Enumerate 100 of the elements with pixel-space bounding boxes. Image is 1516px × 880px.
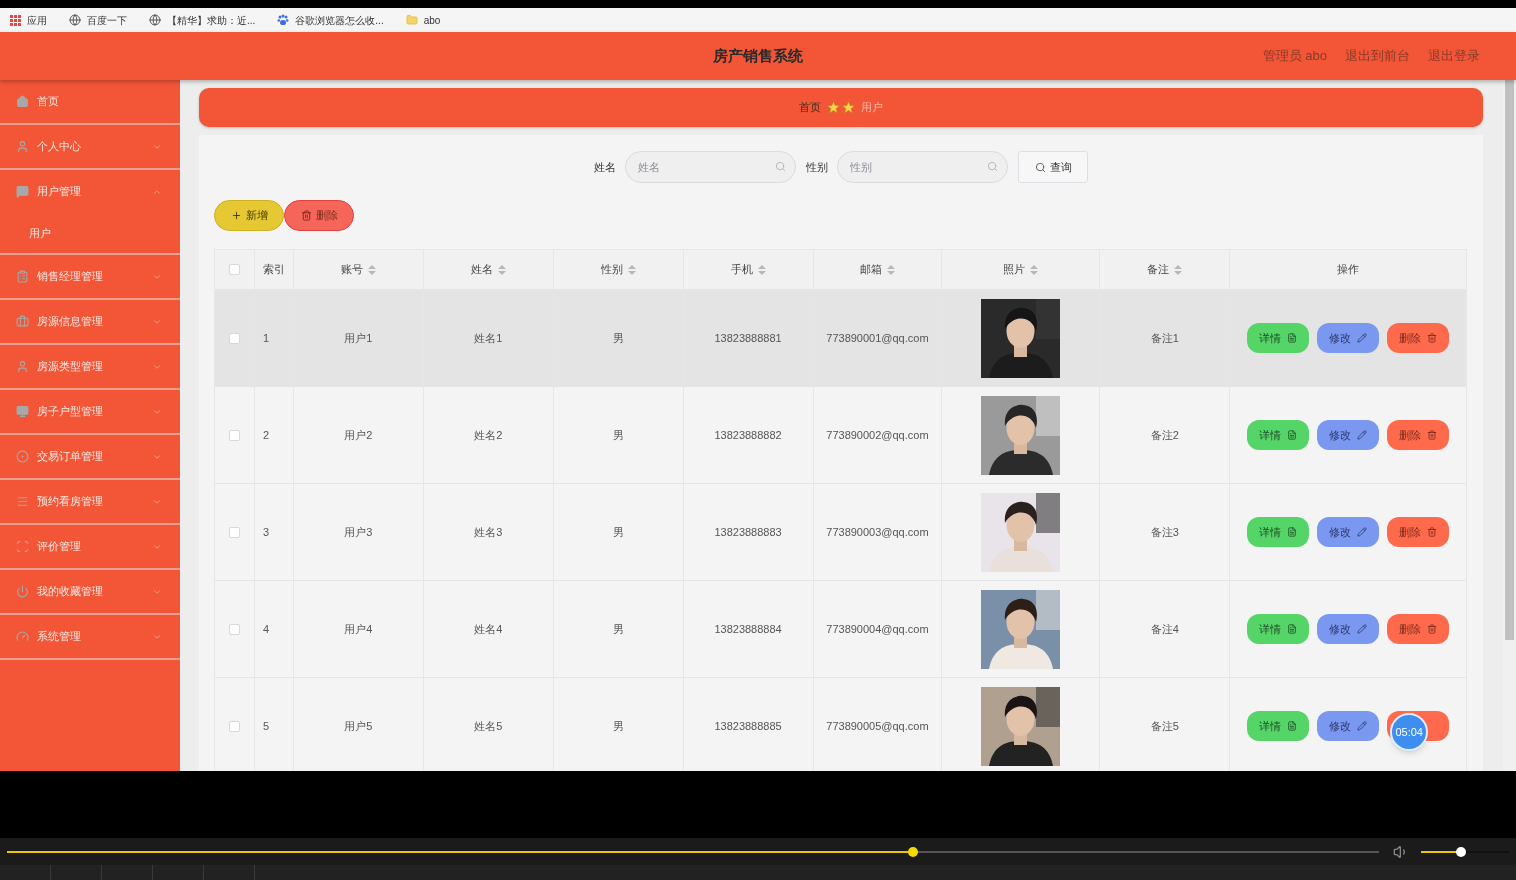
sort-icon[interactable] <box>1030 264 1039 275</box>
sidebar-item[interactable]: 房源类型管理 <box>0 345 180 388</box>
table-cell-text: 姓名5 <box>474 718 503 734</box>
column-header: 操作 <box>1337 262 1360 278</box>
bookmark-link[interactable]: 谷歌浏览器怎么收... <box>295 12 384 28</box>
table-cell-text: 4 <box>262 621 270 637</box>
paw-icon <box>277 14 290 26</box>
clipboard-icon <box>16 270 29 283</box>
column-header: 备注 <box>1147 262 1170 278</box>
sort-icon[interactable] <box>367 264 376 275</box>
trash-icon <box>1427 527 1438 537</box>
column-header: 手机 <box>730 262 753 278</box>
edit-button[interactable]: 修改 <box>1317 711 1380 741</box>
pencil-icon <box>1357 333 1368 343</box>
table-cell-text: 备注5 <box>1150 718 1179 734</box>
table-cell-text: 姓名2 <box>474 427 503 443</box>
header-link[interactable]: 管理员 abo <box>1262 46 1327 66</box>
table-cell-text: 备注2 <box>1150 427 1179 443</box>
bookmark-link[interactable]: 【精华】求助：近... <box>167 12 256 28</box>
sidebar-item[interactable]: 评价管理 <box>0 525 180 568</box>
delete-button[interactable]: 删除 <box>284 200 354 231</box>
document-icon <box>1287 624 1298 634</box>
edit-button[interactable]: 修改 <box>1317 420 1380 450</box>
sidebar-item[interactable]: 个人中心 <box>0 125 180 168</box>
bookmark-link[interactable]: abo <box>423 12 441 28</box>
table-cell-text: 13823888885 <box>714 718 782 734</box>
table-cell-text: 备注3 <box>1150 524 1179 540</box>
sidebar-item[interactable]: 预约看房管理 <box>0 480 180 523</box>
delete-button[interactable]: 删除 <box>1387 420 1450 450</box>
power-icon <box>16 585 29 598</box>
pencil-icon <box>1357 624 1368 634</box>
search-field[interactable]: 姓名 <box>625 151 796 183</box>
gauge-icon <box>16 630 29 643</box>
edit-button[interactable]: 修改 <box>1317 517 1380 547</box>
folder-icon <box>405 14 418 26</box>
column-header: 照片 <box>1003 262 1026 278</box>
sort-icon[interactable] <box>497 264 506 275</box>
document-icon <box>1287 430 1298 440</box>
table-cell-text: 男 <box>612 718 624 734</box>
trash-icon <box>1427 624 1438 634</box>
bookmark-link[interactable]: 百度一下 <box>87 12 127 28</box>
trash-icon <box>1427 430 1438 440</box>
detail-button[interactable]: 详情 <box>1247 420 1310 450</box>
bookmark-link[interactable]: 应用 <box>27 12 47 28</box>
table-cell-text: 2 <box>262 427 270 443</box>
sidebar-item[interactable]: 房子户型管理 <box>0 390 180 433</box>
sidebar-item[interactable]: 系统管理 <box>0 615 180 658</box>
detail-button[interactable]: 详情 <box>1247 614 1310 644</box>
delete-button[interactable]: 删除 <box>1387 614 1450 644</box>
sort-icon[interactable] <box>757 264 766 275</box>
sort-icon[interactable] <box>1174 264 1183 275</box>
detail-button[interactable]: 详情 <box>1247 711 1310 741</box>
table-cell-text: 773890002@qq.com <box>826 427 929 443</box>
detail-button[interactable]: 详情 <box>1247 323 1310 353</box>
table-cell-text: 13823888884 <box>714 621 782 637</box>
sidebar-item[interactable]: 销售经理管理 <box>0 255 180 298</box>
trash-icon <box>1427 333 1438 343</box>
sidebar-item[interactable]: 用户管理 <box>0 170 180 213</box>
table-cell-text: 13823888881 <box>714 330 782 346</box>
breadcrumb-link[interactable]: 首页 <box>799 99 821 116</box>
delete-button[interactable]: 删除 <box>1387 323 1450 353</box>
table-cell-text: 5 <box>262 718 270 734</box>
sidebar-item[interactable]: 首页 <box>0 80 180 123</box>
header-link[interactable]: 退出到前台 <box>1345 46 1410 66</box>
delete-button[interactable]: 删除 <box>1387 517 1450 547</box>
volume-handle[interactable] <box>1455 846 1466 857</box>
breadcrumb-link[interactable]: 用户 <box>861 99 883 116</box>
globe-icon <box>69 14 81 26</box>
document-icon <box>1287 527 1298 537</box>
table-cell-text: 姓名4 <box>474 621 503 637</box>
sidebar-subitem[interactable]: 用户 <box>0 213 180 253</box>
table-cell-text: 男 <box>612 330 624 346</box>
checkbox[interactable] <box>229 526 240 538</box>
table-cell-text: 3 <box>262 524 270 540</box>
query-button[interactable]: 查询 <box>1018 151 1088 183</box>
header-link[interactable]: 退出登录 <box>1428 46 1480 66</box>
table-cell-text: 备注4 <box>1150 621 1179 637</box>
table-cell-text: 用户2 <box>344 427 373 443</box>
sort-icon[interactable] <box>627 264 636 275</box>
checkbox[interactable] <box>229 332 240 344</box>
edit-button[interactable]: 修改 <box>1317 323 1380 353</box>
sidebar-item[interactable]: 房源信息管理 <box>0 300 180 343</box>
briefcase-icon <box>16 315 29 328</box>
list-icon <box>16 495 29 508</box>
sidebar-item[interactable]: 交易订单管理 <box>0 435 180 478</box>
checkbox[interactable] <box>229 264 240 275</box>
table-cell-text: 男 <box>612 621 624 637</box>
table-cell-text: 用户5 <box>344 718 373 734</box>
star-icon <box>827 101 855 114</box>
checkbox[interactable] <box>229 720 240 732</box>
checkbox[interactable] <box>229 429 240 441</box>
search-field[interactable]: 性别 <box>837 151 1008 183</box>
monitor-icon <box>16 405 29 418</box>
detail-button[interactable]: 详情 <box>1247 517 1310 547</box>
add-button[interactable]: 新增 <box>214 200 284 231</box>
progress-handle[interactable] <box>907 846 918 857</box>
sidebar-item[interactable]: 我的收藏管理 <box>0 570 180 613</box>
edit-button[interactable]: 修改 <box>1317 614 1380 644</box>
checkbox[interactable] <box>229 623 240 635</box>
sort-icon[interactable] <box>886 264 895 275</box>
